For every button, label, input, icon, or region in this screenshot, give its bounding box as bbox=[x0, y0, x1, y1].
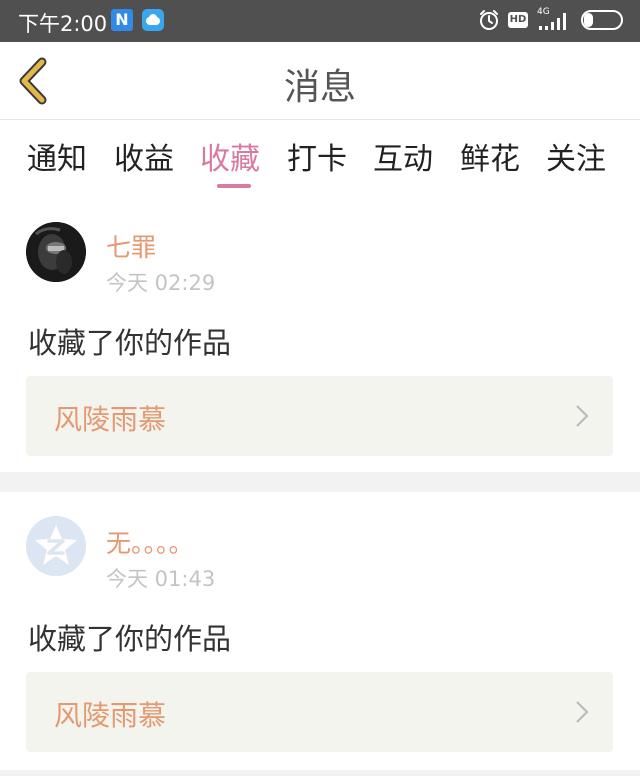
message-time: 今天 02:29 bbox=[106, 271, 216, 295]
message-card: 七罪 今天 02:29 收藏了你的作品 风陵雨慕 bbox=[0, 194, 640, 472]
chevron-right-icon bbox=[576, 405, 589, 427]
page-title: 消息 bbox=[283, 67, 356, 108]
tab-following[interactable]: 关注 bbox=[546, 134, 606, 178]
app-header: 消息 bbox=[0, 42, 640, 120]
avatar[interactable] bbox=[26, 222, 86, 282]
user-avatar-image bbox=[26, 222, 86, 282]
work-title: 风陵雨慕 bbox=[54, 699, 167, 732]
active-tab-indicator bbox=[217, 184, 251, 188]
default-avatar-icon bbox=[26, 516, 86, 576]
nfc-app-icon: N bbox=[111, 9, 133, 31]
message-card: 无。。。。 今天 01:43 收藏了你的作品 风陵雨慕 bbox=[0, 492, 640, 770]
tab-earnings[interactable]: 收益 bbox=[114, 134, 174, 178]
avatar[interactable] bbox=[26, 516, 86, 576]
message-text: 收藏了你的作品 bbox=[28, 622, 232, 656]
tab-check-in[interactable]: 打卡 bbox=[287, 134, 347, 178]
tab-notifications[interactable]: 通知 bbox=[27, 134, 87, 178]
username[interactable]: 七罪 bbox=[106, 228, 156, 264]
hd-icon: HD bbox=[508, 12, 528, 28]
work-link[interactable]: 风陵雨慕 bbox=[26, 376, 613, 456]
work-title: 风陵雨慕 bbox=[54, 403, 167, 436]
tab-interaction[interactable]: 互动 bbox=[373, 134, 433, 178]
tab-bar: 通知 收益 收藏 打卡 互动 鲜花 关注 bbox=[0, 120, 640, 194]
message-text: 收藏了你的作品 bbox=[28, 326, 232, 360]
username[interactable]: 无。。。。 bbox=[106, 524, 194, 560]
work-link[interactable]: 风陵雨慕 bbox=[26, 672, 613, 752]
status-time: 下午2:00 bbox=[18, 12, 108, 36]
alarm-icon bbox=[480, 10, 498, 30]
battery-icon: 26 bbox=[581, 10, 623, 30]
battery-level: 26 bbox=[592, 12, 612, 28]
status-bar: 下午2:00 N HD 4G 26 bbox=[0, 0, 640, 42]
tab-favorites[interactable]: 收藏 bbox=[200, 134, 260, 178]
cloud-app-icon bbox=[142, 9, 164, 31]
chevron-right-icon bbox=[576, 701, 589, 723]
message-time: 今天 01:43 bbox=[106, 567, 216, 591]
tab-flowers[interactable]: 鲜花 bbox=[460, 134, 520, 178]
signal-icon: 4G bbox=[537, 7, 573, 32]
